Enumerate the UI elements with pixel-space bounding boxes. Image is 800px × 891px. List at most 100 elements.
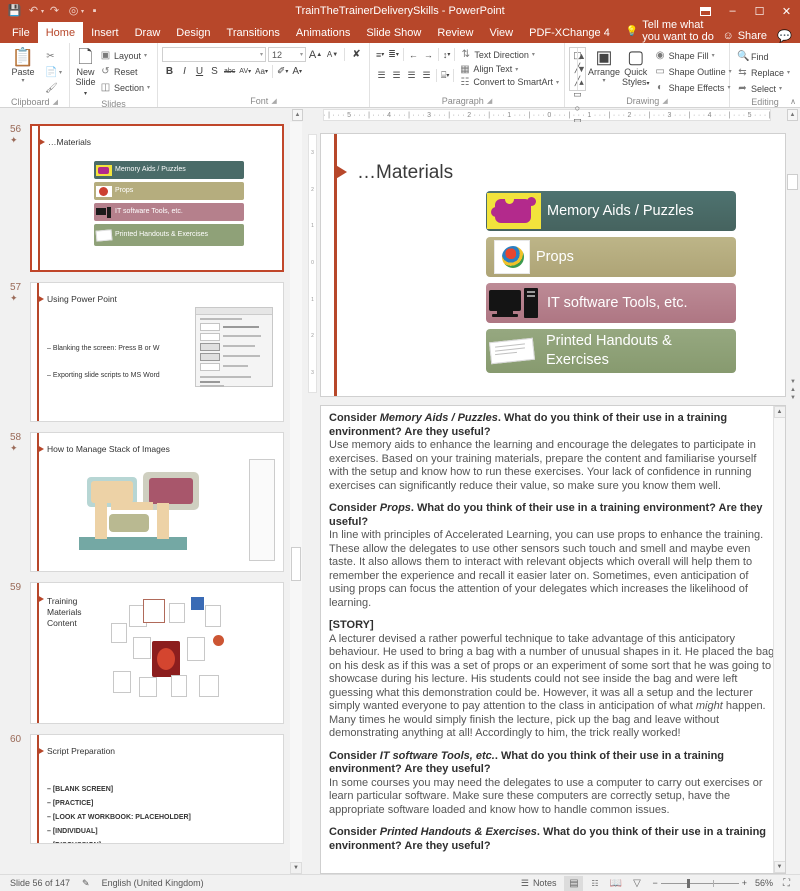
replace-button[interactable]: ⇆ Replace ▾ <box>734 65 793 80</box>
slide-scroll-down-button[interactable]: ▼ <box>790 379 796 385</box>
align-left-button[interactable]: ☰ <box>374 68 389 83</box>
thumbnail-slide-57[interactable]: 57 ✦ Using Power Point – Blanking the sc… <box>0 282 290 432</box>
start-slideshow-icon[interactable]: ◎ <box>65 3 82 20</box>
slide-item-3[interactable]: Printed Handouts & Exercises <box>486 329 736 373</box>
text-highlight-color-button[interactable]: ✐ ▾ <box>275 64 290 79</box>
thumbnail-canvas[interactable]: How to Manage Stack of Images <box>30 432 284 572</box>
cut-button[interactable]: ✂ <box>42 49 65 64</box>
arrange-button[interactable]: ▣ Arrange ▾ <box>588 47 620 85</box>
slide-thumbnail-pane[interactable]: 56 ✦ …Materials Memory Aids / Puzzles Pr… <box>0 122 290 874</box>
horizontal-ruler[interactable]: · | · · 6 · · · | · · · 5 · · · | · · · … <box>323 109 771 121</box>
shapes-gallery[interactable]: ◫ ╱ ╱ ▭ ○ ▭ △ ⌙ ↳ ⇨ ⇩ ◕ ∿ ⌢ ⌢ ( ) ☆ ▲ <box>569 47 588 281</box>
notes-pane-scrollbar[interactable]: ▲ ▼ <box>773 406 785 873</box>
increase-font-size-button[interactable]: A ▲ <box>308 47 323 62</box>
language-indicator[interactable]: English (United Kingdom) <box>96 878 210 888</box>
reset-button[interactable]: ↺ Reset <box>97 64 153 79</box>
slide-item-0[interactable]: Memory Aids / Puzzles <box>486 191 736 231</box>
tab-slide-show[interactable]: Slide Show <box>358 22 429 43</box>
justify-button[interactable]: ☰ <box>419 68 434 83</box>
increase-indent-button[interactable]: → <box>421 47 436 62</box>
copy-button[interactable]: 📄 ▾ <box>42 65 65 80</box>
shapes-more-icon[interactable]: ▴ <box>575 76 588 89</box>
thumbnail-slide-59[interactable]: 59 Training Materials Content <box>0 582 290 734</box>
convert-to-smartart-button[interactable]: ☷ Convert to SmartArt ▾ <box>456 76 562 88</box>
new-slide-button[interactable]: 🗋 New Slide ▾ <box>74 47 97 99</box>
minimize-button[interactable]: – <box>719 0 746 22</box>
notes-scroll-down-button[interactable]: ▼ <box>773 861 785 873</box>
normal-view-button[interactable]: ▤ <box>564 875 584 891</box>
tab-draw[interactable]: Draw <box>127 22 169 43</box>
thumbnail-slide-60[interactable]: 60 Script Preparation – [BLANK SCREEN] –… <box>0 734 290 854</box>
strikethrough-button[interactable]: abc <box>222 64 237 79</box>
thumbnail-slide-56[interactable]: 56 ✦ …Materials Memory Aids / Puzzles Pr… <box>0 124 290 282</box>
shape-effects-button[interactable]: ◐ Shape Effects ▾ <box>652 80 735 95</box>
save-icon[interactable]: 💾 <box>6 3 23 20</box>
thumbnail-canvas[interactable]: Script Preparation – [BLANK SCREEN] – [P… <box>30 734 284 844</box>
thumbnail-scroll-down-button[interactable]: ▼ <box>290 862 302 874</box>
thumbnail-scroll-up-button[interactable]: ▲ <box>292 109 303 121</box>
numbering-button[interactable]: ≣ ▾ <box>386 47 401 62</box>
paste-button[interactable]: 📋 Paste ▾ <box>4 47 42 85</box>
slide-sorter-view-button[interactable]: ☷ <box>585 876 604 891</box>
layout-button[interactable]: ▣ Layout ▾ <box>97 48 153 63</box>
format-painter-button[interactable]: 🖌 <box>42 81 65 96</box>
redo-icon[interactable]: ↷ <box>46 3 63 20</box>
decrease-indent-button[interactable]: ← <box>406 47 421 62</box>
maximize-button[interactable]: ☐ <box>746 0 773 22</box>
bold-button[interactable]: B <box>162 64 177 79</box>
clear-formatting-button[interactable]: ✘ <box>349 47 364 62</box>
character-spacing-button[interactable]: AV ▾ <box>237 64 253 79</box>
tab-animations[interactable]: Animations <box>288 22 358 43</box>
shape-outline-button[interactable]: ▭ Shape Outline ▾ <box>652 64 735 79</box>
notes-pane[interactable]: Consider Memory Aids / Puzzles. What do … <box>320 405 786 874</box>
shapes-scroll-up-icon[interactable]: ▲ <box>575 49 588 62</box>
slide-item-2[interactable]: IT software Tools, etc. <box>486 283 736 323</box>
drawing-dialog-launcher[interactable]: ◢ <box>662 97 667 105</box>
slide-counter[interactable]: Slide 56 of 147 <box>4 878 76 888</box>
shapes-scroll-down-icon[interactable]: ▼ <box>575 63 588 76</box>
font-dialog-launcher[interactable]: ◢ <box>271 97 276 105</box>
shape-fill-button[interactable]: ◉ Shape Fill ▾ <box>652 48 735 63</box>
notes-scroll-up-button[interactable]: ▲ <box>773 406 785 418</box>
slide-item-1[interactable]: Props <box>486 237 736 277</box>
line-spacing-button[interactable]: ↕ ▾ <box>441 47 453 62</box>
clipboard-dialog-launcher[interactable]: ◢ <box>53 98 58 106</box>
font-size-combo[interactable]: 12 ▾ <box>268 47 306 62</box>
thumbnail-canvas[interactable]: Using Power Point – Blanking the screen:… <box>30 282 284 422</box>
thumbnail-canvas[interactable]: …Materials Memory Aids / Puzzles Props I… <box>30 124 284 272</box>
tell-me-search[interactable]: 💡 Tell me what you want to do <box>618 19 723 43</box>
italic-button[interactable]: I <box>177 64 192 79</box>
zoom-in-button[interactable]: + <box>742 878 747 888</box>
slide-pane-scrollbar[interactable] <box>787 174 799 190</box>
bullets-button[interactable]: ≡ ▾ <box>374 47 386 62</box>
underline-button[interactable]: U <box>192 64 207 79</box>
slide-show-view-button[interactable]: ▽ <box>627 876 646 891</box>
tab-review[interactable]: Review <box>429 22 481 43</box>
zoom-handle[interactable] <box>686 878 690 888</box>
font-name-combo[interactable]: ▾ <box>162 47 266 62</box>
align-right-button[interactable]: ☰ <box>404 68 419 83</box>
shapes-gallery-scrollbar[interactable]: ▲ ▼ ▴ <box>575 48 588 90</box>
zoom-level[interactable]: 56% <box>753 878 775 888</box>
tab-insert[interactable]: Insert <box>83 22 127 43</box>
collapse-ribbon-button[interactable]: ∧ <box>790 97 796 106</box>
share-button[interactable]: ☺ Share <box>722 30 767 42</box>
undo-icon[interactable]: ↶ <box>25 3 42 20</box>
slide-canvas[interactable]: …Materials Memory Aids / Puzzles Props I… <box>320 133 786 397</box>
tab-design[interactable]: Design <box>168 22 218 43</box>
thumbnail-scroll-thumb[interactable] <box>291 547 301 581</box>
vertical-ruler[interactable]: 3 2 1 0 1 2 3 <box>308 134 317 393</box>
thumbnail-canvas[interactable]: Training Materials Content <box>30 582 284 724</box>
slide-scroll-thumb[interactable] <box>787 174 798 190</box>
tab-transitions[interactable]: Transitions <box>219 22 288 43</box>
tab-view[interactable]: View <box>481 22 521 43</box>
select-button[interactable]: ➦ Select ▾ <box>734 81 793 96</box>
previous-slide-button[interactable]: ▲ <box>790 387 796 393</box>
paragraph-dialog-launcher[interactable]: ◢ <box>487 97 492 105</box>
section-button[interactable]: ◫ Section ▾ <box>97 80 153 95</box>
next-slide-button[interactable]: ▼ <box>790 395 796 401</box>
touch-mode-icon[interactable]: ▪ <box>86 3 103 20</box>
zoom-slider[interactable]: − + <box>648 878 751 888</box>
change-case-button[interactable]: Aa ▾ <box>253 64 270 79</box>
text-direction-button[interactable]: ⇅ Text Direction ▾ <box>457 48 538 61</box>
